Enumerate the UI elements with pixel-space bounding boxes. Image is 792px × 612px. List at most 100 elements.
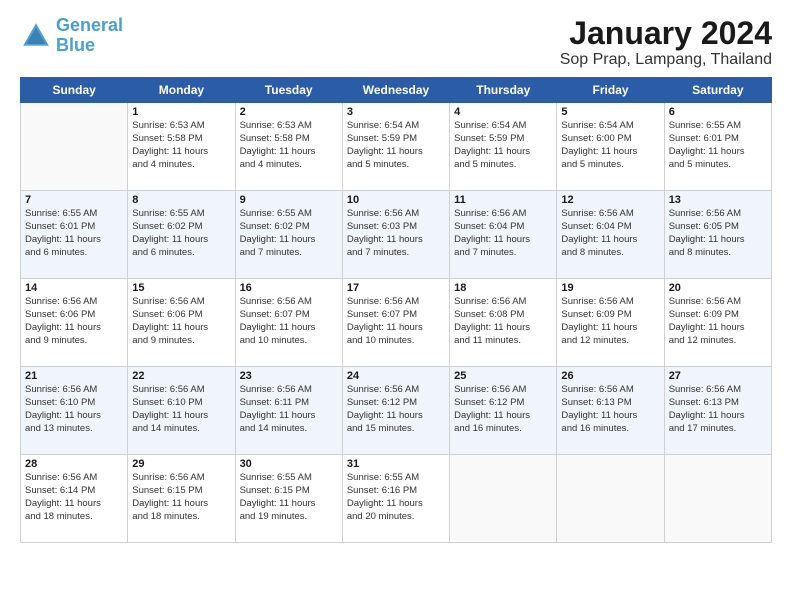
table-row: 12 Sunrise: 6:56 AM Sunset: 6:04 PM Dayli…: [557, 191, 664, 279]
table-row: 21Sunrise: 6:56 AM Sunset: 6:10 PM Dayli…: [21, 367, 128, 455]
table-row: 1 Sunrise: 6:53 AM Sunset: 5:58 PM Daylig…: [128, 103, 235, 191]
table-row: 3 Sunrise: 6:54 AM Sunset: 5:59 PM Daylig…: [342, 103, 449, 191]
logo-text: General Blue: [56, 16, 123, 56]
table-row: [664, 455, 771, 543]
day-info: Sunrise: 6:53 AM Sunset: 5:58 PM Dayligh…: [132, 120, 230, 171]
day-number: 2: [240, 106, 338, 118]
day-number: 11: [454, 194, 552, 206]
table-row: 13 Sunrise: 6:56 AM Sunset: 6:05 PM Dayli…: [664, 191, 771, 279]
day-number: 23: [240, 370, 338, 382]
calendar-row-5: 28 Sunrise: 6:56 AM Sunset: 6:14 PM Dayli…: [21, 455, 772, 543]
day-number: 9: [240, 194, 338, 206]
day-info: Sunrise: 6:56 AM Sunset: 6:13 PM Dayligh…: [669, 384, 767, 435]
day-number: 7: [25, 194, 123, 206]
day-info: Sunrise: 6:56 AM Sunset: 6:09 PM Dayligh…: [561, 296, 659, 347]
day-info: Sunrise: 6:54 AM Sunset: 5:59 PM Dayligh…: [454, 120, 552, 171]
title-block: January 2024 Sop Prap, Lampang, Thailand: [560, 16, 772, 69]
day-number: 13: [669, 194, 767, 206]
table-row: 8Sunrise: 6:55 AM Sunset: 6:02 PM Daylig…: [128, 191, 235, 279]
day-info: Sunrise: 6:56 AM Sunset: 6:07 PM Dayligh…: [240, 296, 338, 347]
day-number: 27: [669, 370, 767, 382]
day-info: Sunrise: 6:55 AM Sunset: 6:16 PM Dayligh…: [347, 472, 445, 523]
table-row: 26 Sunrise: 6:56 AM Sunset: 6:13 PM Dayli…: [557, 367, 664, 455]
table-row: 28 Sunrise: 6:56 AM Sunset: 6:14 PM Dayli…: [21, 455, 128, 543]
day-number: 17: [347, 282, 445, 294]
day-info: Sunrise: 6:55 AM Sunset: 6:02 PM Dayligh…: [132, 208, 230, 259]
day-info: Sunrise: 6:56 AM Sunset: 6:04 PM Dayligh…: [561, 208, 659, 259]
day-number: 20: [669, 282, 767, 294]
day-number: 1: [132, 106, 230, 118]
day-number: 26: [561, 370, 659, 382]
day-info: Sunrise: 6:54 AM Sunset: 6:00 PM Dayligh…: [561, 120, 659, 171]
calendar-row-3: 14 Sunrise: 6:56 AM Sunset: 6:06 PM Dayli…: [21, 279, 772, 367]
day-info: Sunrise: 6:56 AM Sunset: 6:06 PM Dayligh…: [25, 296, 123, 347]
day-number: 30: [240, 458, 338, 470]
table-row: 11Sunrise: 6:56 AM Sunset: 6:04 PM Dayli…: [450, 191, 557, 279]
table-row: 9 Sunrise: 6:55 AM Sunset: 6:02 PM Daylig…: [235, 191, 342, 279]
header: General Blue January 2024 Sop Prap, Lamp…: [20, 16, 772, 69]
col-tuesday: Tuesday: [235, 78, 342, 103]
col-sunday: Sunday: [21, 78, 128, 103]
table-row: 17Sunrise: 6:56 AM Sunset: 6:07 PM Dayli…: [342, 279, 449, 367]
calendar-header-row: Sunday Monday Tuesday Wednesday Thursday…: [21, 78, 772, 103]
col-saturday: Saturday: [664, 78, 771, 103]
table-row: [450, 455, 557, 543]
day-info: Sunrise: 6:53 AM Sunset: 5:58 PM Dayligh…: [240, 120, 338, 171]
day-info: Sunrise: 6:56 AM Sunset: 6:03 PM Dayligh…: [347, 208, 445, 259]
logo: General Blue: [20, 16, 123, 56]
day-number: 10: [347, 194, 445, 206]
col-wednesday: Wednesday: [342, 78, 449, 103]
table-row: 25 Sunrise: 6:56 AM Sunset: 6:12 PM Dayli…: [450, 367, 557, 455]
day-info: Sunrise: 6:56 AM Sunset: 6:15 PM Dayligh…: [132, 472, 230, 523]
day-info: Sunrise: 6:56 AM Sunset: 6:06 PM Dayligh…: [132, 296, 230, 347]
table-row: 10 Sunrise: 6:56 AM Sunset: 6:03 PM Dayli…: [342, 191, 449, 279]
location-title: Sop Prap, Lampang, Thailand: [560, 51, 772, 69]
table-row: 6 Sunrise: 6:55 AM Sunset: 6:01 PM Daylig…: [664, 103, 771, 191]
table-row: 5 Sunrise: 6:54 AM Sunset: 6:00 PM Daylig…: [557, 103, 664, 191]
calendar-table: Sunday Monday Tuesday Wednesday Thursday…: [20, 77, 772, 543]
day-info: Sunrise: 6:54 AM Sunset: 5:59 PM Dayligh…: [347, 120, 445, 171]
day-info: Sunrise: 6:56 AM Sunset: 6:10 PM Dayligh…: [132, 384, 230, 435]
day-info: Sunrise: 6:56 AM Sunset: 6:08 PM Dayligh…: [454, 296, 552, 347]
table-row: 30 Sunrise: 6:55 AM Sunset: 6:15 PM Dayli…: [235, 455, 342, 543]
day-number: 5: [561, 106, 659, 118]
day-number: 31: [347, 458, 445, 470]
col-friday: Friday: [557, 78, 664, 103]
table-row: 22 Sunrise: 6:56 AM Sunset: 6:10 PM Dayli…: [128, 367, 235, 455]
day-number: 24: [347, 370, 445, 382]
day-info: Sunrise: 6:55 AM Sunset: 6:01 PM Dayligh…: [25, 208, 123, 259]
day-info: Sunrise: 6:56 AM Sunset: 6:09 PM Dayligh…: [669, 296, 767, 347]
day-number: 18: [454, 282, 552, 294]
table-row: 19Sunrise: 6:56 AM Sunset: 6:09 PM Dayli…: [557, 279, 664, 367]
month-title: January 2024: [560, 16, 772, 51]
table-row: 4 Sunrise: 6:54 AM Sunset: 5:59 PM Daylig…: [450, 103, 557, 191]
day-number: 28: [25, 458, 123, 470]
table-row: 2 Sunrise: 6:53 AM Sunset: 5:58 PM Daylig…: [235, 103, 342, 191]
logo-line1: General: [56, 15, 123, 35]
day-number: 14: [25, 282, 123, 294]
day-number: 12: [561, 194, 659, 206]
day-info: Sunrise: 6:56 AM Sunset: 6:11 PM Dayligh…: [240, 384, 338, 435]
day-number: 4: [454, 106, 552, 118]
table-row: 16Sunrise: 6:56 AM Sunset: 6:07 PM Dayli…: [235, 279, 342, 367]
col-monday: Monday: [128, 78, 235, 103]
day-number: 15: [132, 282, 230, 294]
day-number: 25: [454, 370, 552, 382]
day-info: Sunrise: 6:55 AM Sunset: 6:15 PM Dayligh…: [240, 472, 338, 523]
table-row: 27 Sunrise: 6:56 AM Sunset: 6:13 PM Dayli…: [664, 367, 771, 455]
day-info: Sunrise: 6:56 AM Sunset: 6:12 PM Dayligh…: [347, 384, 445, 435]
table-row: 15 Sunrise: 6:56 AM Sunset: 6:06 PM Dayli…: [128, 279, 235, 367]
table-row: 7 Sunrise: 6:55 AM Sunset: 6:01 PM Daylig…: [21, 191, 128, 279]
day-info: Sunrise: 6:55 AM Sunset: 6:01 PM Dayligh…: [669, 120, 767, 171]
day-info: Sunrise: 6:56 AM Sunset: 6:13 PM Dayligh…: [561, 384, 659, 435]
day-number: 22: [132, 370, 230, 382]
day-number: 21: [25, 370, 123, 382]
day-info: Sunrise: 6:56 AM Sunset: 6:05 PM Dayligh…: [669, 208, 767, 259]
col-thursday: Thursday: [450, 78, 557, 103]
calendar-row-1: 1 Sunrise: 6:53 AM Sunset: 5:58 PM Daylig…: [21, 103, 772, 191]
day-info: Sunrise: 6:56 AM Sunset: 6:14 PM Dayligh…: [25, 472, 123, 523]
day-info: Sunrise: 6:55 AM Sunset: 6:02 PM Dayligh…: [240, 208, 338, 259]
day-number: 3: [347, 106, 445, 118]
day-number: 6: [669, 106, 767, 118]
day-info: Sunrise: 6:56 AM Sunset: 6:12 PM Dayligh…: [454, 384, 552, 435]
